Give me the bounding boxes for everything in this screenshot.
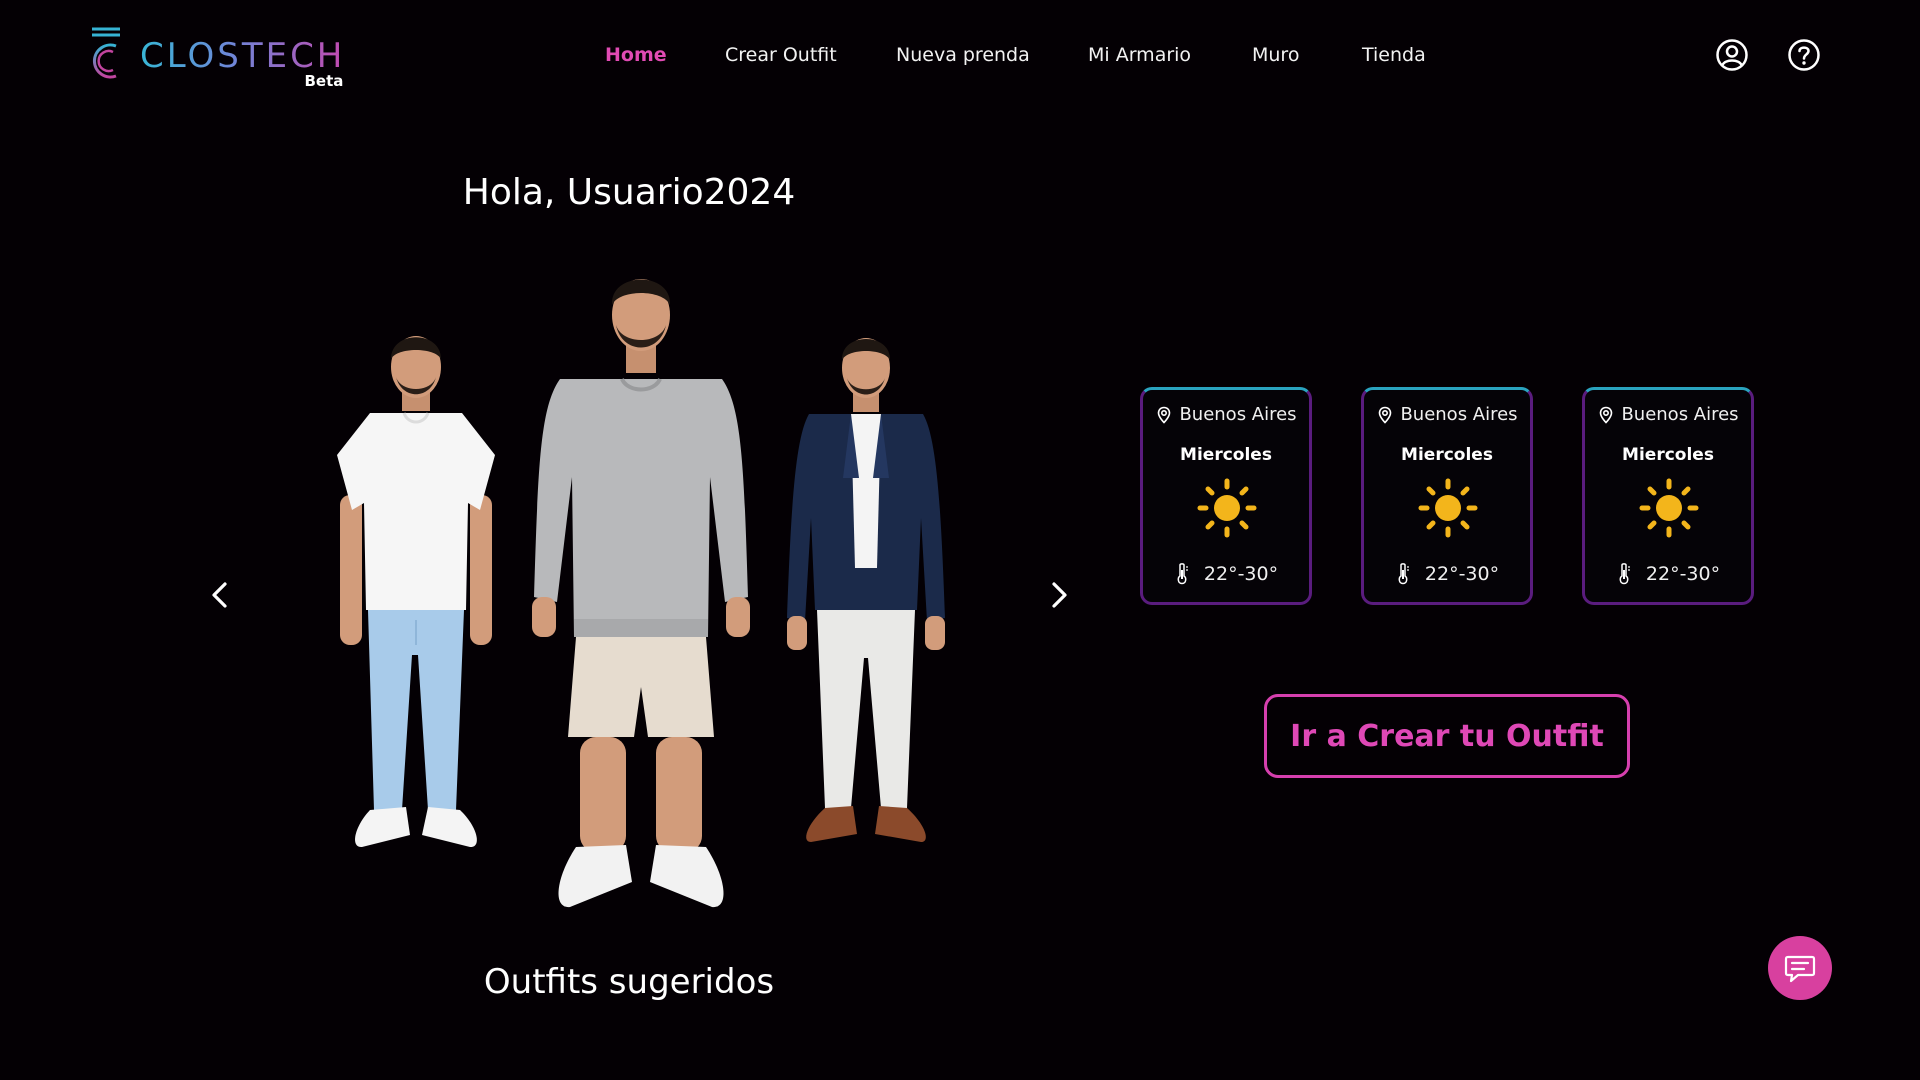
thermometer-icon bbox=[1619, 563, 1630, 585]
help-circle-icon[interactable] bbox=[1787, 38, 1821, 72]
weather-location: Buenos Aires bbox=[1621, 404, 1739, 425]
sun-icon bbox=[1197, 478, 1257, 538]
thermometer-icon bbox=[1398, 563, 1409, 585]
weather-temp: 22°-30° bbox=[1203, 563, 1279, 585]
location-pin-icon bbox=[1600, 406, 1613, 424]
create-outfit-button[interactable]: Ir a Crear tu Outfit bbox=[1264, 694, 1630, 778]
weather-day: Miercoles bbox=[1401, 445, 1493, 465]
outfit-image-sweatshirt-shorts[interactable] bbox=[530, 267, 752, 917]
weather-card: Buenos Aires Miercoles 22°-30° bbox=[1361, 387, 1533, 605]
carousel-caption: Outfits sugeridos bbox=[483, 962, 775, 1002]
nav-item-nueva-prenda[interactable]: Nueva prenda bbox=[896, 44, 1030, 66]
chat-button[interactable] bbox=[1768, 936, 1832, 1000]
greeting-heading: Hola, Usuario2024 bbox=[462, 172, 796, 213]
weather-day: Miercoles bbox=[1180, 445, 1272, 465]
outfit-image-casual-tshirt[interactable] bbox=[330, 325, 502, 861]
nav-item-mi-armario[interactable]: Mi Armario bbox=[1088, 44, 1191, 66]
weather-day: Miercoles bbox=[1622, 445, 1714, 465]
weather-card: Buenos Aires Miercoles 22°-30° bbox=[1140, 387, 1312, 605]
carousel-prev-button[interactable] bbox=[206, 580, 236, 610]
nav-item-tienda[interactable]: Tienda bbox=[1362, 44, 1426, 66]
nav-item-crear-outfit[interactable]: Crear Outfit bbox=[725, 44, 837, 66]
chat-bubble-icon bbox=[1784, 955, 1816, 983]
nav-item-home[interactable]: Home bbox=[605, 44, 667, 66]
beta-badge: Beta bbox=[304, 72, 344, 90]
sun-icon bbox=[1639, 478, 1699, 538]
thermometer-icon bbox=[1177, 563, 1188, 585]
weather-temp: 22°-30° bbox=[1645, 563, 1721, 585]
weather-temp: 22°-30° bbox=[1424, 563, 1500, 585]
carousel-next-button[interactable] bbox=[1043, 580, 1073, 610]
weather-location: Buenos Aires bbox=[1400, 404, 1518, 425]
location-pin-icon bbox=[1158, 406, 1171, 424]
main-nav: Home Crear Outfit Nueva prenda Mi Armari… bbox=[0, 44, 1920, 70]
sun-icon bbox=[1418, 478, 1478, 538]
outfit-image-blazer-formal[interactable] bbox=[785, 328, 947, 860]
weather-card: Buenos Aires Miercoles 22°-30° bbox=[1582, 387, 1754, 605]
user-circle-icon[interactable] bbox=[1715, 38, 1749, 72]
weather-location: Buenos Aires bbox=[1179, 404, 1297, 425]
nav-item-muro[interactable]: Muro bbox=[1252, 44, 1299, 66]
location-pin-icon bbox=[1379, 406, 1392, 424]
